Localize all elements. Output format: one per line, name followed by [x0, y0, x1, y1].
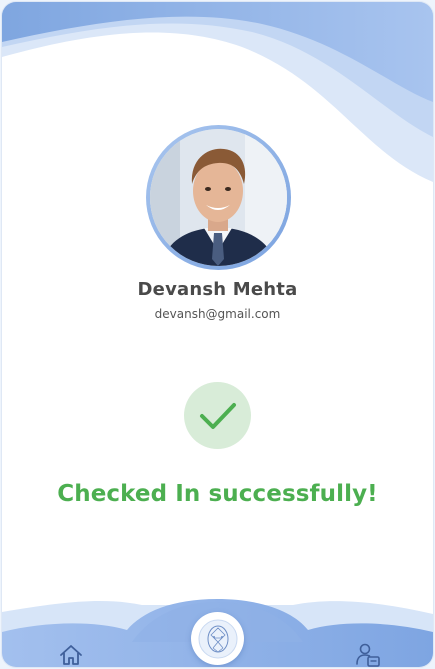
- profile-button[interactable]: [353, 641, 383, 667]
- avatar-ring: [146, 125, 291, 270]
- user-badge-icon: [356, 643, 380, 667]
- success-check-icon: [184, 382, 251, 449]
- face-scan-button[interactable]: [191, 612, 244, 665]
- app-screen: Devansh Mehta devansh@gmail.com Checked …: [2, 2, 433, 667]
- home-icon: [60, 645, 82, 665]
- user-email: devansh@gmail.com: [154, 307, 281, 321]
- user-name: Devansh Mehta: [137, 279, 298, 300]
- face-scan-icon: [198, 619, 237, 658]
- avatar: [150, 129, 287, 266]
- checkin-status-message: Checked In successfully!: [57, 481, 378, 507]
- avatar-photo: [150, 129, 287, 266]
- home-button[interactable]: [56, 642, 86, 667]
- background-waves: [2, 2, 433, 667]
